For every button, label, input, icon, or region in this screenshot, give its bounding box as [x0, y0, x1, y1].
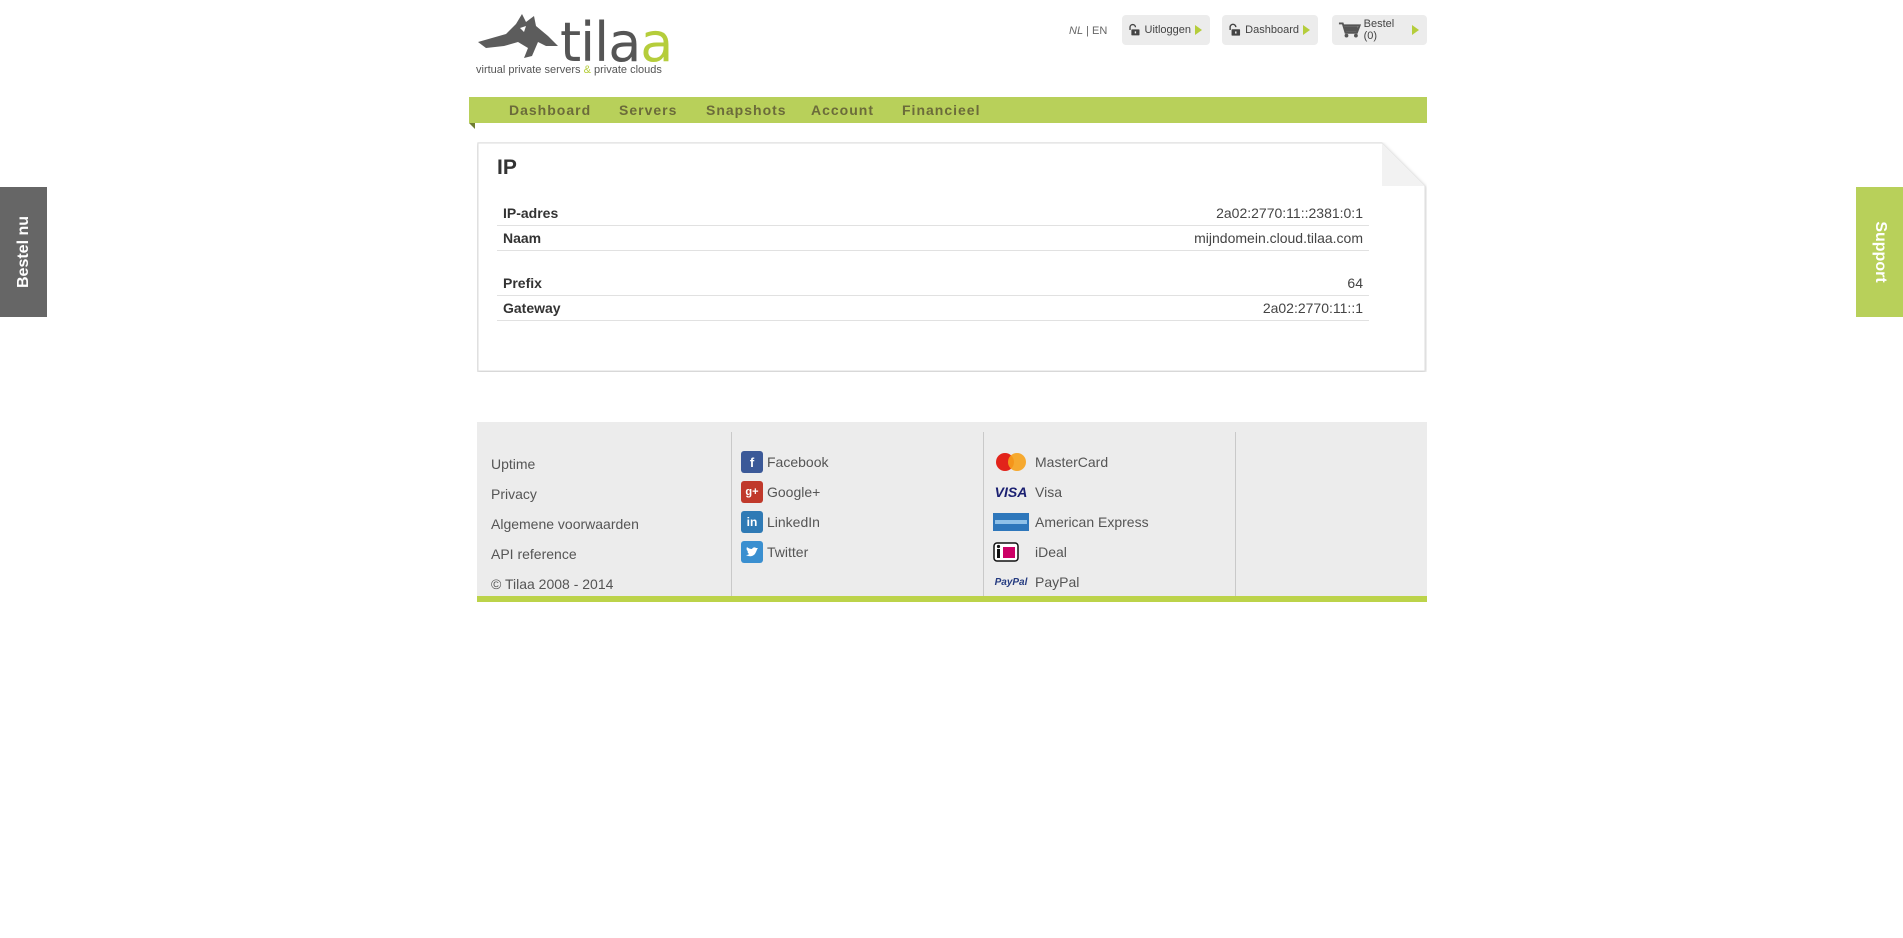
wordmark: tilaa	[560, 16, 673, 70]
logout-button[interactable]: Uitloggen	[1122, 15, 1210, 45]
payment-visa: VISA Visa	[993, 482, 1062, 502]
panel-background	[477, 142, 1426, 372]
name-label: Naam	[503, 230, 542, 246]
tagline: virtual private servers & private clouds	[476, 64, 662, 76]
ideal-icon	[993, 542, 1029, 562]
lang-en[interactable]: EN	[1092, 25, 1107, 37]
cart-button[interactable]: Bestel (0)	[1332, 15, 1427, 45]
arrow-right-icon	[1303, 25, 1310, 35]
footer-link-privacy[interactable]: Privacy	[491, 486, 537, 502]
footer-link-linkedin[interactable]: in LinkedIn	[741, 511, 820, 533]
footer-link-api-reference[interactable]: API reference	[491, 546, 577, 562]
footer-col-links: Uptime Privacy Algemene voorwaarden API …	[477, 432, 732, 602]
ip-address-row: IP-adres 2a02:2770:11::2381:0:1	[497, 201, 1369, 226]
prefix-row: Prefix 64	[497, 271, 1369, 296]
main-navigation: Dashboard Servers Snapshots Account Fina…	[469, 97, 1427, 123]
support-tab-label: Support	[1871, 221, 1889, 283]
lang-separator: |	[1083, 25, 1093, 37]
order-now-tab[interactable]: Bestel nu	[0, 187, 47, 317]
tagline-amp: &	[583, 64, 591, 76]
panel-title: IP	[497, 156, 517, 179]
gateway-value: 2a02:2770:11::1	[1262, 300, 1363, 316]
arrow-right-icon	[1195, 25, 1202, 35]
linkedin-label: LinkedIn	[767, 514, 820, 530]
nav-financieel[interactable]: Financieel	[902, 102, 980, 118]
footer-col-social: f Facebook g+ Google+ in LinkedIn Twitte…	[732, 432, 984, 602]
footer-link-uptime[interactable]: Uptime	[491, 456, 535, 472]
tilaa-logo[interactable]: tilaa virtual private servers & private …	[476, 10, 696, 80]
payment-ideal: iDeal	[993, 542, 1067, 562]
wolf-logo-icon	[478, 14, 558, 58]
google-plus-label: Google+	[767, 484, 821, 500]
ip-details-panel: IP IP-adres 2a02:2770:11::2381:0:1 Naam …	[477, 142, 1427, 372]
visa-icon: VISA	[994, 484, 1028, 500]
gateway-label: Gateway	[503, 300, 561, 316]
copyright: © Tilaa 2008 - 2014	[491, 576, 614, 592]
mastercard-icon	[993, 452, 1029, 472]
cart-label: Bestel (0)	[1363, 18, 1395, 42]
support-tab[interactable]: Support	[1856, 187, 1903, 317]
visa-label: Visa	[1035, 484, 1062, 500]
name-value: mijndomein.cloud.tilaa.com	[1194, 230, 1363, 246]
nav-servers[interactable]: Servers	[619, 102, 677, 118]
amex-icon	[993, 512, 1029, 532]
twitter-icon	[741, 541, 763, 563]
name-row: Naam mijndomein.cloud.tilaa.com	[497, 226, 1369, 251]
payment-mastercard: MasterCard	[993, 452, 1108, 472]
order-now-tab-label: Bestel nu	[14, 215, 32, 289]
prefix-label: Prefix	[503, 275, 542, 291]
tagline-end: private clouds	[590, 64, 662, 76]
nav-dashboard[interactable]: Dashboard	[509, 102, 591, 118]
lang-nl[interactable]: NL	[1069, 25, 1083, 37]
footer-col-payments: MasterCard VISA Visa American Express iD…	[984, 432, 1236, 602]
gateway-row: Gateway 2a02:2770:11::1	[497, 296, 1369, 321]
prefix-value: 64	[1347, 275, 1363, 291]
footer-accent-bar	[477, 596, 1427, 602]
ideal-label: iDeal	[1035, 544, 1067, 560]
facebook-icon: f	[741, 451, 763, 473]
mastercard-label: MasterCard	[1035, 454, 1109, 470]
linkedin-icon: in	[741, 511, 763, 533]
footer-link-google-plus[interactable]: g+ Google+	[741, 481, 820, 503]
dashboard-label: Dashboard	[1245, 24, 1299, 36]
footer-link-terms[interactable]: Algemene voorwaarden	[491, 516, 639, 532]
unlock-icon	[1229, 23, 1241, 36]
twitter-label: Twitter	[767, 544, 809, 560]
ip-address-value: 2a02:2770:11::2381:0:1	[1216, 205, 1363, 221]
logout-label: Uitloggen	[1144, 24, 1191, 36]
shopping-cart-icon	[1338, 22, 1361, 38]
payment-paypal: PayPal PayPal	[993, 572, 1080, 592]
tagline-start: virtual private servers	[476, 64, 584, 76]
paypal-icon: PayPal	[994, 576, 1028, 588]
amex-label: American Express	[1035, 514, 1149, 530]
google-plus-icon: g+	[741, 481, 763, 503]
payment-amex: American Express	[993, 512, 1149, 532]
dashboard-button[interactable]: Dashboard	[1222, 15, 1318, 45]
nav-account[interactable]: Account	[811, 102, 874, 118]
footer-link-twitter[interactable]: Twitter	[741, 541, 808, 563]
unlock-icon	[1129, 23, 1140, 36]
facebook-label: Facebook	[767, 454, 829, 470]
footer-link-facebook[interactable]: f Facebook	[741, 451, 828, 473]
nav-fold-decoration	[469, 123, 475, 129]
ip-address-label: IP-adres	[503, 205, 559, 221]
paypal-label: PayPal	[1035, 574, 1080, 590]
footer: Uptime Privacy Algemene voorwaarden API …	[477, 422, 1427, 602]
page-wrapper: tilaa virtual private servers & private …	[469, 0, 1427, 938]
arrow-right-icon	[1412, 25, 1419, 35]
nav-snapshots[interactable]: Snapshots	[706, 102, 787, 118]
language-switch: NL | EN	[1069, 25, 1107, 37]
